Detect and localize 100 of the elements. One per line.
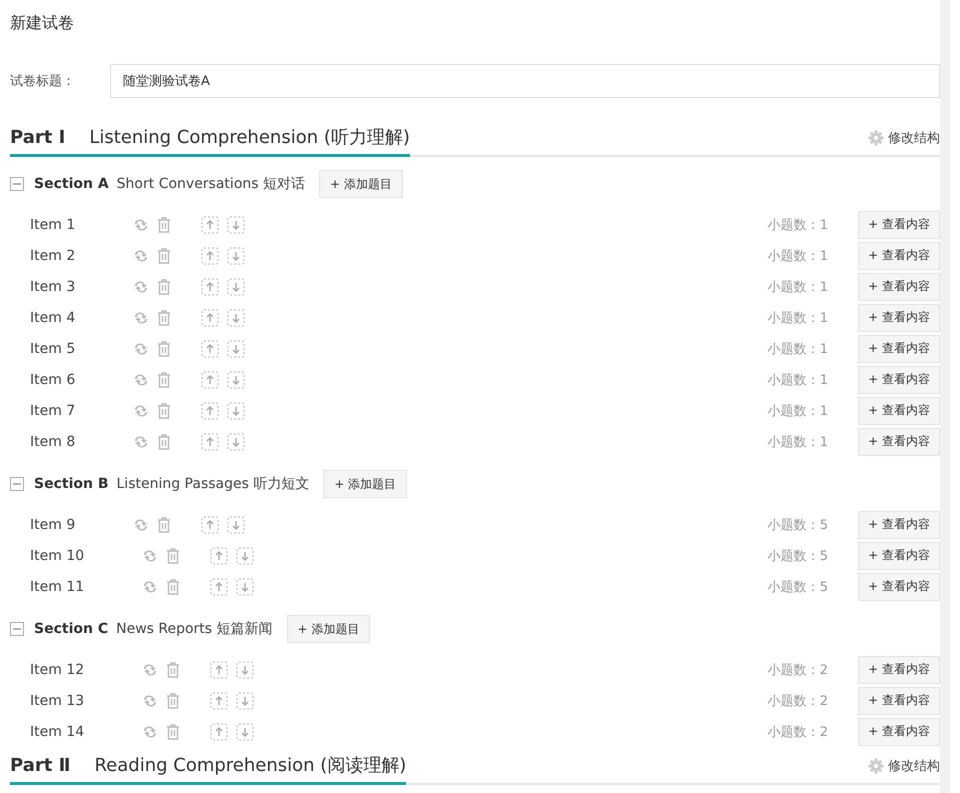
delete-button[interactable] <box>157 402 172 418</box>
delete-button[interactable] <box>157 216 172 232</box>
delete-button[interactable] <box>166 662 180 678</box>
move-up-icon <box>201 516 220 534</box>
move-up-button[interactable] <box>210 546 228 564</box>
move-down-button[interactable] <box>236 722 254 740</box>
move-up-button[interactable] <box>210 692 228 710</box>
edit-structure-link[interactable]: 修改结构 <box>868 755 940 775</box>
view-content-button[interactable]: + 查看内容 <box>858 572 940 600</box>
question-count: 小题数：5 <box>768 578 828 596</box>
view-content-button[interactable]: + 查看内容 <box>858 428 940 456</box>
move-up-icon <box>201 402 220 420</box>
title-input[interactable]: 随堂测验试卷A <box>110 64 940 98</box>
move-down-button[interactable] <box>227 216 246 234</box>
move-down-button[interactable] <box>227 516 246 534</box>
replace-button[interactable] <box>133 280 150 294</box>
move-down-icon <box>227 340 246 358</box>
trash-icon <box>157 310 172 326</box>
part-title: Reading Comprehension (阅读理解) <box>94 754 406 777</box>
move-up-button[interactable] <box>201 370 220 388</box>
replace-button[interactable] <box>133 218 150 232</box>
move-down-button[interactable] <box>236 546 254 564</box>
move-up-button[interactable] <box>201 308 220 326</box>
move-down-button[interactable] <box>236 578 254 596</box>
move-down-button[interactable] <box>227 402 246 420</box>
replace-button[interactable] <box>142 548 158 562</box>
view-content-button[interactable]: + 查看内容 <box>858 334 940 362</box>
view-content-button[interactable]: + 查看内容 <box>858 396 940 424</box>
section-title: Short Conversations 短对话 <box>116 175 305 193</box>
collapse-toggle[interactable] <box>10 622 24 636</box>
question-count: 小题数：1 <box>768 310 828 326</box>
add-question-button[interactable]: + 添加题目 <box>319 170 403 198</box>
replace-button[interactable] <box>133 342 150 356</box>
replace-button[interactable] <box>133 434 150 448</box>
move-down-button[interactable] <box>236 660 254 678</box>
trash-icon <box>166 578 180 594</box>
question-count: 小题数：5 <box>768 516 828 534</box>
move-down-button[interactable] <box>227 340 246 358</box>
question-count: 小题数：1 <box>768 402 828 420</box>
move-down-button[interactable] <box>227 278 246 296</box>
move-down-button[interactable] <box>227 432 246 450</box>
move-down-icon <box>227 246 246 264</box>
replace-button[interactable] <box>133 518 150 532</box>
view-content-button[interactable]: + 查看内容 <box>858 686 940 714</box>
move-down-icon <box>227 402 246 420</box>
move-down-button[interactable] <box>227 246 246 264</box>
move-up-button[interactable] <box>201 516 220 534</box>
delete-button[interactable] <box>157 310 172 326</box>
item-name: Item 14 <box>30 724 84 740</box>
move-down-button[interactable] <box>227 370 246 388</box>
move-down-button[interactable] <box>227 308 246 326</box>
move-up-button[interactable] <box>201 278 220 296</box>
move-up-button[interactable] <box>201 340 220 358</box>
view-content-button[interactable]: + 查看内容 <box>858 542 940 570</box>
view-content-button[interactable]: + 查看内容 <box>858 304 940 332</box>
replace-button[interactable] <box>142 662 158 676</box>
view-content-button[interactable]: + 查看内容 <box>858 242 940 270</box>
swap-icon <box>133 280 150 294</box>
part-number: Part Ⅰ <box>10 126 66 148</box>
collapse-toggle[interactable] <box>10 177 24 191</box>
move-up-button[interactable] <box>210 578 228 596</box>
replace-button[interactable] <box>142 580 158 594</box>
question-count: 小题数：2 <box>768 662 828 678</box>
replace-button[interactable] <box>142 724 158 738</box>
delete-button[interactable] <box>166 578 180 594</box>
add-question-button[interactable]: + 添加题目 <box>286 615 370 643</box>
view-content-button[interactable]: + 查看内容 <box>858 718 940 746</box>
delete-button[interactable] <box>166 724 180 740</box>
view-content-button[interactable]: + 查看内容 <box>858 272 940 300</box>
add-question-button[interactable]: + 添加题目 <box>323 470 408 498</box>
delete-button[interactable] <box>157 340 172 356</box>
replace-button[interactable] <box>142 694 158 708</box>
move-down-icon <box>236 660 254 678</box>
replace-button[interactable] <box>133 248 150 262</box>
swap-icon <box>142 724 158 738</box>
replace-button[interactable] <box>133 310 150 324</box>
move-up-button[interactable] <box>210 722 228 740</box>
delete-button[interactable] <box>157 434 172 450</box>
move-up-button[interactable] <box>210 660 228 678</box>
delete-button[interactable] <box>157 278 172 294</box>
delete-button[interactable] <box>166 692 180 708</box>
collapse-toggle[interactable] <box>10 477 24 491</box>
view-content-button[interactable]: + 查看内容 <box>858 210 940 238</box>
delete-button[interactable] <box>157 516 172 532</box>
swap-icon <box>133 310 150 324</box>
move-up-icon <box>201 246 220 264</box>
replace-button[interactable] <box>133 404 150 418</box>
move-up-button[interactable] <box>201 432 220 450</box>
move-up-button[interactable] <box>201 402 220 420</box>
view-content-button[interactable]: + 查看内容 <box>858 366 940 394</box>
move-down-button[interactable] <box>236 692 254 710</box>
view-content-button[interactable]: + 查看内容 <box>858 656 940 684</box>
move-up-button[interactable] <box>201 246 220 264</box>
delete-button[interactable] <box>157 372 172 388</box>
edit-structure-link[interactable]: 修改结构 <box>868 127 940 147</box>
view-content-button[interactable]: + 查看内容 <box>858 510 940 538</box>
delete-button[interactable] <box>166 548 180 564</box>
replace-button[interactable] <box>133 372 150 386</box>
delete-button[interactable] <box>157 248 172 264</box>
move-up-button[interactable] <box>201 216 220 234</box>
